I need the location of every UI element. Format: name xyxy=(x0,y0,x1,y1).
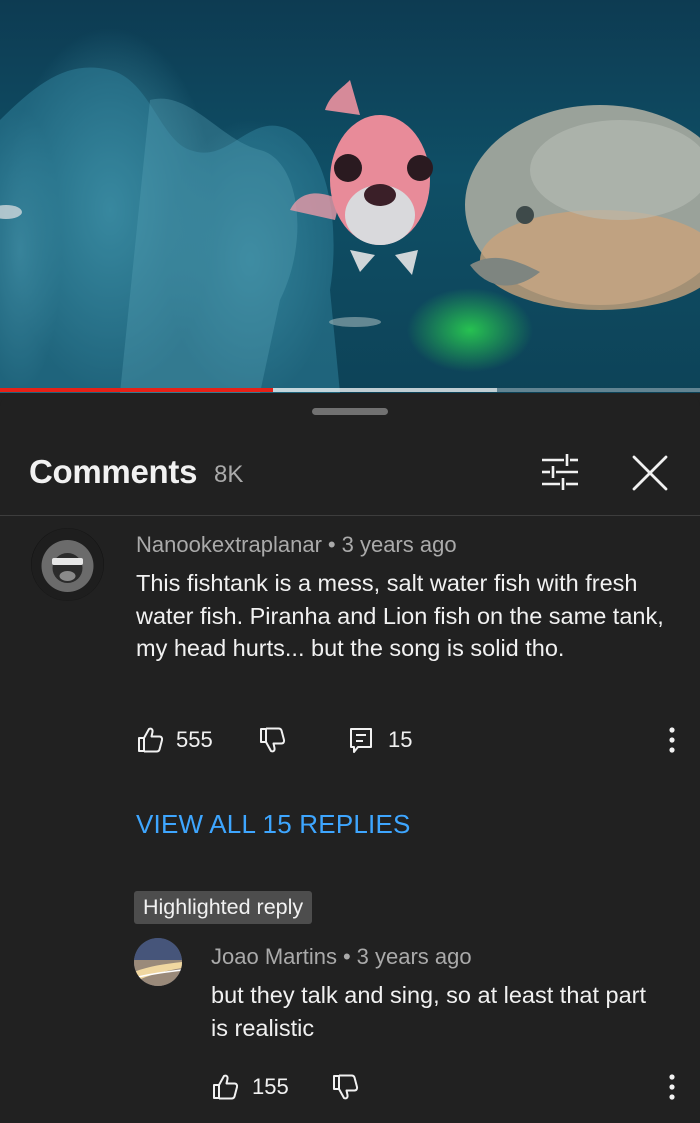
reply-avatar-image xyxy=(134,938,182,986)
reply-like-count: 155 xyxy=(252,1074,289,1099)
thumbs-up-icon xyxy=(138,727,164,753)
highlighted-reply-badge: Highlighted reply xyxy=(134,891,313,924)
avatar[interactable] xyxy=(31,528,104,601)
comments-sheet: Comments 8K Nanookextraplanar • 3 years … xyxy=(0,393,700,1123)
comment-time: 3 years ago xyxy=(341,532,457,557)
like-count: 555 xyxy=(176,727,213,752)
reply-dislike-button[interactable] xyxy=(331,1069,359,1105)
comments-header: Comments 8K xyxy=(0,433,700,515)
video-player[interactable] xyxy=(0,0,700,393)
reply-author[interactable]: Joao Martins xyxy=(211,944,337,969)
like-button[interactable]: 555 xyxy=(136,722,213,758)
meta-separator: • xyxy=(327,532,336,557)
reply-avatar[interactable] xyxy=(134,938,182,986)
meta-separator: • xyxy=(342,944,351,969)
more-vertical-icon xyxy=(669,1074,675,1100)
close-icon xyxy=(632,455,668,491)
thumbs-down-icon xyxy=(260,727,286,753)
comment-author[interactable]: Nanookextraplanar xyxy=(136,532,322,557)
reply-actions: 155 xyxy=(211,1069,691,1105)
comments-title: Comments xyxy=(29,453,198,490)
sliders-icon xyxy=(542,454,578,490)
comment-actions: 555 15 xyxy=(136,722,696,758)
video-frame xyxy=(0,67,700,393)
drag-handle[interactable] xyxy=(312,408,388,415)
reply-more-options-button[interactable] xyxy=(666,1072,678,1102)
reply-count: 15 xyxy=(388,727,413,752)
reply-time: 3 years ago xyxy=(356,944,472,969)
more-options-button[interactable] xyxy=(666,725,678,755)
video-progress-bar[interactable] xyxy=(0,388,700,392)
comment-text: This fishtank is a mess, salt water fish… xyxy=(136,570,664,661)
view-all-replies-link[interactable]: VIEW ALL 15 REPLIES xyxy=(136,809,411,840)
reply-button[interactable]: 15 xyxy=(348,722,412,758)
more-vertical-icon xyxy=(669,727,675,753)
dislike-button[interactable] xyxy=(258,722,286,758)
avatar-image xyxy=(31,528,104,601)
thumbs-down-icon xyxy=(333,1074,359,1100)
reply-text: but they talk and sing, so at least that… xyxy=(211,982,647,1041)
comments-count: 8K xyxy=(214,461,244,488)
reply-icon xyxy=(350,728,372,753)
video-played-bar xyxy=(0,388,273,392)
reply-like-button[interactable]: 155 xyxy=(211,1069,289,1105)
sort-filter-button[interactable] xyxy=(536,452,586,492)
comment-meta: Nanookextraplanar • 3 years ago xyxy=(136,532,457,558)
header-divider xyxy=(0,515,700,516)
reply-meta: Joao Martins • 3 years ago xyxy=(211,944,472,970)
thumbs-up-icon xyxy=(213,1074,239,1100)
close-button[interactable] xyxy=(628,451,672,495)
